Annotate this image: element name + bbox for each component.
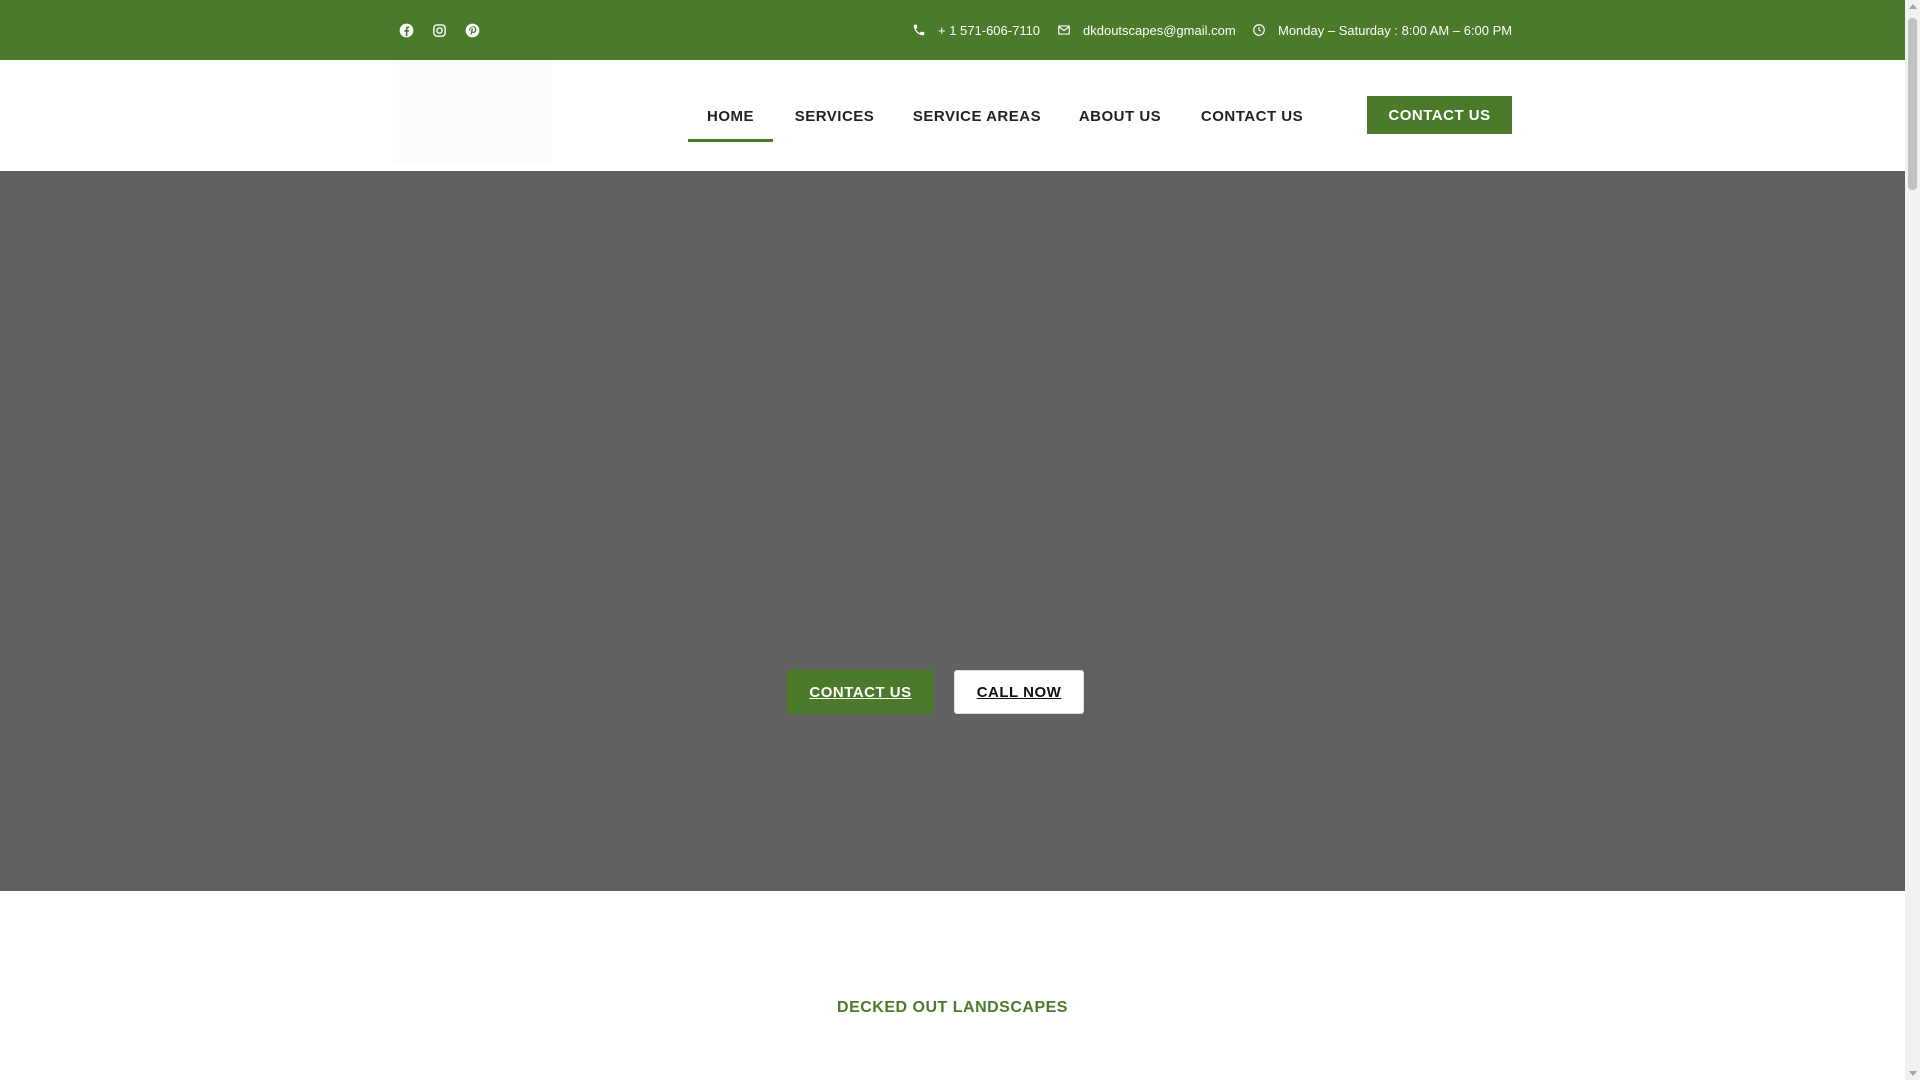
scroll-thumb[interactable] xyxy=(1908,18,1917,190)
site-header: HOME SERVICES SERVICE AREAS ABOUT US CON… xyxy=(0,60,1905,171)
scrollbar[interactable] xyxy=(1905,0,1920,1080)
hero-contact-button[interactable]: CONTACT US xyxy=(787,670,934,714)
hours-info: Monday – Saturday : 8:00 AM – 6:00 PM xyxy=(1252,0,1512,60)
page: + 1 571-606-7110 dkdoutscapes@gmail.com … xyxy=(0,0,1905,1080)
phone-number: + 1 571-606-7110 xyxy=(938,22,1041,38)
scroll-up-arrow-icon[interactable] xyxy=(1909,4,1917,9)
instagram-icon[interactable] xyxy=(427,18,451,42)
phone-icon xyxy=(913,24,925,36)
top-bar: + 1 571-606-7110 dkdoutscapes@gmail.com … xyxy=(0,0,1905,60)
pinterest-icon[interactable] xyxy=(460,18,484,42)
envelope-icon xyxy=(1058,25,1070,35)
email-info[interactable]: dkdoutscapes@gmail.com xyxy=(1057,0,1236,60)
facebook-icon[interactable] xyxy=(394,18,418,42)
section-title: DECKED OUT LANDSCAPES xyxy=(837,999,1068,1016)
clock-icon xyxy=(1253,24,1265,36)
nav-contact-us[interactable]: CONTACT US xyxy=(1192,103,1312,139)
nav-service-areas[interactable]: SERVICE AREAS xyxy=(904,103,1050,139)
scroll-down-arrow-icon[interactable] xyxy=(1909,1071,1917,1076)
nav-home[interactable]: HOME xyxy=(688,103,773,142)
logo[interactable] xyxy=(393,60,553,166)
nav-services[interactable]: SERVICES xyxy=(787,103,882,139)
business-hours: Monday – Saturday : 8:00 AM – 6:00 PM xyxy=(1278,22,1513,38)
nav-about-us[interactable]: ABOUT US xyxy=(1070,103,1170,139)
phone-info[interactable]: + 1 571-606-7110 xyxy=(912,0,1040,60)
header-contact-button[interactable]: CONTACT US xyxy=(1367,96,1512,134)
hero-section: CONTACT US CALL NOW xyxy=(0,171,1905,891)
email-address: dkdoutscapes@gmail.com xyxy=(1083,22,1236,38)
hero-call-button[interactable]: CALL NOW xyxy=(954,670,1084,714)
